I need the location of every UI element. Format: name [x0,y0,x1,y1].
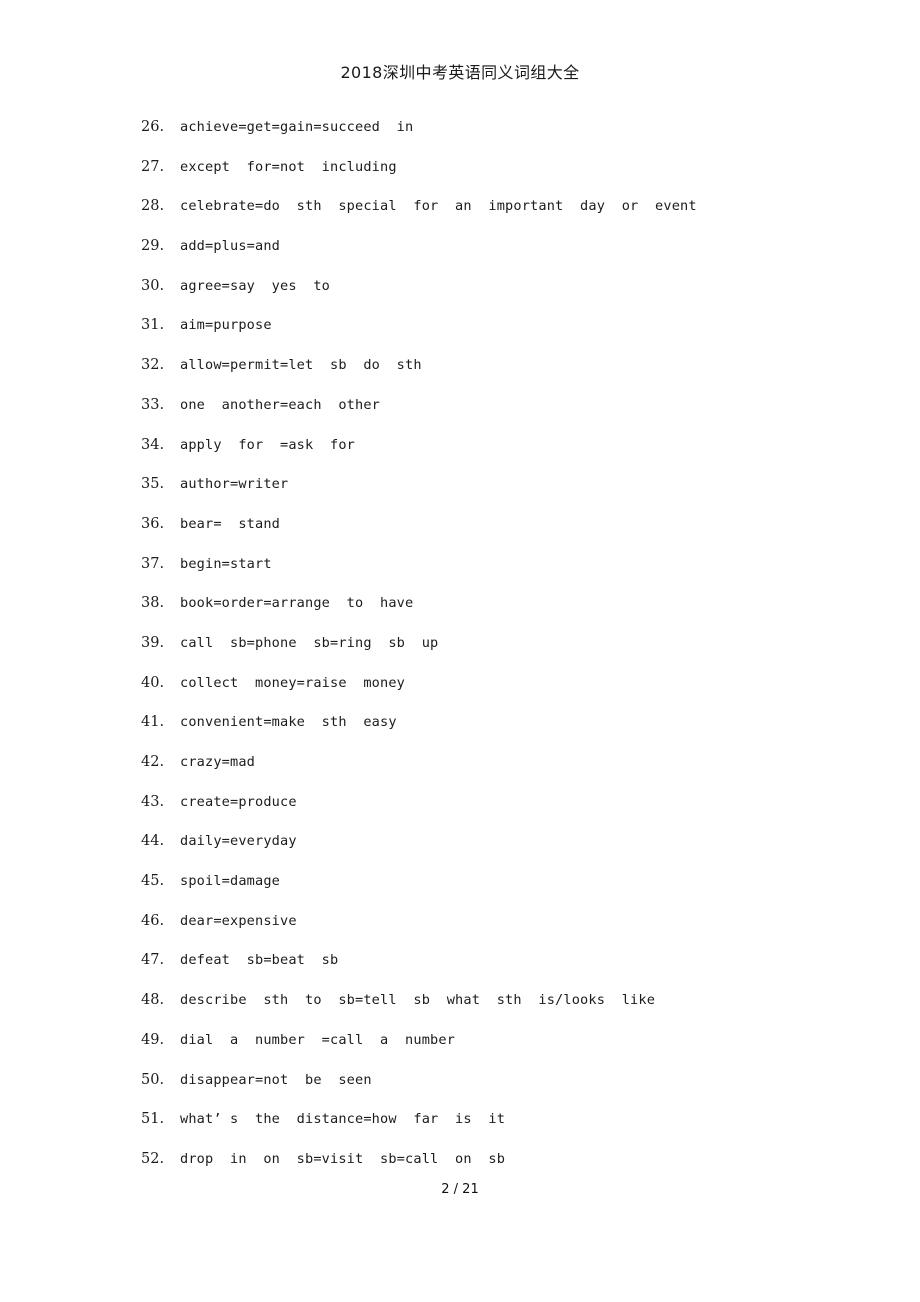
list-item-text: agree=say yes to [180,277,331,294]
list-item-number: 44. [141,833,165,850]
list-item-number: 33. [141,396,165,413]
page-footer: 2 / 21 [441,1182,479,1197]
list-item-number: 32. [141,357,165,374]
list-item: 40. collect money=raise money [0,664,920,704]
list-item-text: daily=everyday [180,833,297,850]
list-item-number: 48. [141,992,165,1009]
list-item-number: 51. [141,1111,165,1128]
list-item-text: achieve=get=gain=succeed in [180,119,414,135]
list-item: 45. spoil=damage [0,862,920,902]
list-item-text: drop in on sb=visit sb=call on sb [180,1150,506,1167]
list-item-number: 36. [141,515,165,532]
list-item-text: dear=expensive [180,912,297,929]
list-item: 51. what’ s the distance=how far is it [0,1100,920,1140]
list-item-text: allow=permit=let sb do sth [180,357,422,374]
list-item-number: 31. [141,317,165,334]
page-title: 2018深圳中考英语同义词组大全 [340,63,580,82]
list-item: 44. daily=everyday [0,822,920,862]
list-item: 47. defeat sb=beat sb [0,941,920,981]
list-item: 38. book=order=arrange to have [0,584,920,624]
list-item-text: defeat sb=beat sb [180,952,339,969]
list-item-number: 49. [141,1031,165,1048]
list-item-text: spoil=damage [180,873,281,890]
document-page: 2018深圳中考英语同义词组大全 26. achieve=get=gain=suc… [0,0,920,1302]
list-item-text: create=produce [180,793,297,810]
list-item-number: 41. [141,714,165,731]
synonym-entry-list: 26. achieve=get=gain=succeed in 27. except … [0,108,920,1180]
list-item-number: 34. [141,436,165,453]
list-item-number: 39. [141,634,165,651]
list-item-number: 28. [141,198,165,215]
list-item-text: apply for =ask for [180,436,356,453]
list-item-number: 50. [141,1071,165,1088]
list-item-number: 30. [141,277,165,294]
list-item: 42. crazy=mad [0,743,920,783]
list-item-number: 37. [141,555,165,572]
list-item: 26. achieve=get=gain=succeed in [0,108,920,148]
list-item-text: collect money=raise money [180,674,406,691]
list-item: 34. apply for =ask for [0,426,920,466]
list-item: 50. disappear=not be seen [0,1061,920,1101]
list-item: 48. describe sth to sb=tell sb what sth i… [0,981,920,1021]
list-item: 32. allow=permit=let sb do sth [0,346,920,386]
list-item-number: 26. [141,119,165,135]
list-item: 36. bear= stand [0,505,920,545]
list-item-number: 35. [141,476,165,493]
list-item: 35. author=writer [0,465,920,505]
list-item-number: 47. [141,952,165,969]
list-item: 29. add=plus=and [0,227,920,267]
list-item: 46. dear=expensive [0,902,920,942]
list-item-number: 43. [141,793,165,810]
list-item-number: 46. [141,912,165,929]
list-item: 43. create=produce [0,783,920,823]
list-item-number: 29. [141,238,165,255]
list-item-text: convenient=make sth easy [180,714,397,731]
list-item-text: one another=each other [180,396,381,413]
list-item-text: begin=start [180,555,272,572]
list-item: 31. aim=purpose [0,306,920,346]
list-item-text: celebrate=do sth special for an importan… [180,198,697,215]
list-item-text: bear= stand [180,515,281,532]
list-item-text: dial a number =call a number [180,1031,456,1048]
list-item: 27. except for=not including [0,148,920,188]
list-item-text: aim=purpose [180,317,272,334]
list-item-text: call sb=phone sb=ring sb up [180,634,439,651]
list-item: 41. convenient=make sth easy [0,703,920,743]
list-item-number: 38. [141,595,165,612]
list-item: 33. one another=each other [0,386,920,426]
list-item: 28. celebrate=do sth special for an impor… [0,187,920,227]
list-item-number: 40. [141,674,165,691]
list-item: 52. drop in on sb=visit sb=call on sb [0,1140,920,1180]
list-item-number: 52. [141,1150,165,1167]
list-item-text: except for=not including [180,158,397,175]
list-item-text: describe sth to sb=tell sb what sth is/l… [180,992,656,1009]
list-item-text: author=writer [180,476,289,493]
list-item-number: 42. [141,754,165,770]
list-item-text: crazy=mad [180,754,256,770]
list-item-text: book=order=arrange to have [180,595,414,612]
list-item-text: what’ s the distance=how far is it [180,1111,506,1128]
list-item-text: add=plus=and [180,238,281,255]
list-item-number: 45. [141,873,165,890]
list-item: 39. call sb=phone sb=ring sb up [0,624,920,664]
list-item-number: 27. [141,158,165,175]
list-item: 49. dial a number =call a number [0,1021,920,1061]
list-item-text: disappear=not be seen [180,1071,372,1088]
list-item: 37. begin=start [0,545,920,585]
list-item: 30. agree=say yes to [0,267,920,307]
